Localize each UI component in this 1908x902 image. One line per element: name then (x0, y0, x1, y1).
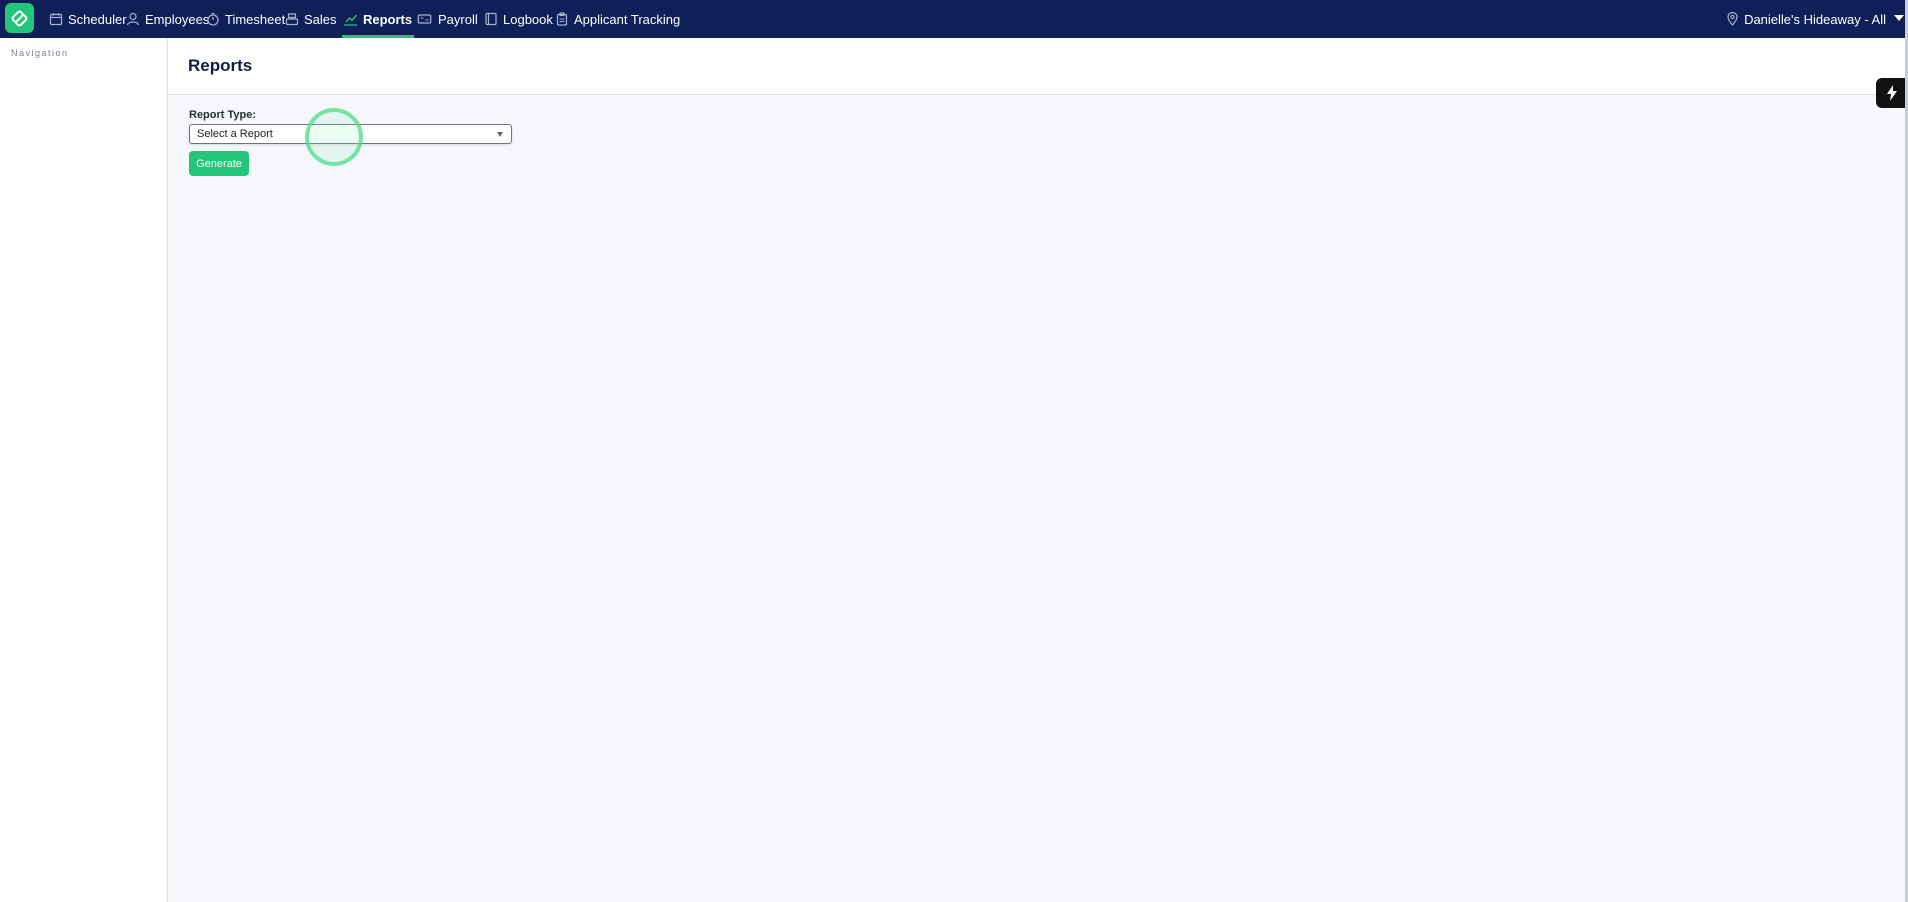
nav-timesheet-label: Timesheet (225, 11, 286, 27)
location-selector[interactable]: Danielle's Hideaway - All (1727, 0, 1904, 38)
report-type-label: Report Type: (189, 109, 257, 121)
nav-timesheet[interactable]: Timesheet (206, 0, 285, 38)
report-type-selected-value: Select a Report (197, 128, 273, 140)
nav-logbook[interactable]: Logbook (484, 0, 553, 38)
location-label: Danielle's Hideaway - All (1744, 11, 1886, 27)
nav-scheduler-label: Scheduler (68, 11, 127, 27)
stopwatch-icon (207, 12, 219, 26)
lightning-bolt-icon (1887, 85, 1897, 101)
generate-button[interactable]: Generate (189, 151, 249, 176)
nav-reports-label: Reports (363, 11, 413, 27)
nav-sales[interactable]: Sales (285, 0, 337, 38)
nav-reports[interactable]: Reports (341, 0, 415, 38)
money-bill-icon (417, 14, 432, 24)
map-pin-icon (1727, 12, 1738, 26)
nav-scheduler[interactable]: Scheduler (49, 0, 127, 38)
page-title: Reports (188, 56, 253, 75)
nav-sales-label: Sales (304, 11, 337, 27)
nav-payroll-label: Payroll (438, 11, 478, 27)
cash-register-icon (285, 13, 299, 26)
app-logo[interactable] (5, 3, 34, 33)
nav-payroll[interactable]: Payroll (416, 0, 478, 38)
nav-applicant-tracking-label: Applicant Tracking (574, 11, 681, 27)
dropdown-arrow-icon (497, 132, 503, 137)
calendar-icon (49, 13, 63, 26)
chevron-down-icon (1894, 15, 1904, 21)
book-icon (485, 12, 497, 26)
sidebar: Navigation (0, 38, 168, 902)
nav-applicant-tracking[interactable]: Applicant Tracking (555, 0, 680, 38)
nav-employees-label: Employees (145, 11, 210, 27)
nav-logbook-label: Logbook (503, 11, 553, 27)
logo-icon (11, 10, 28, 27)
trend-chart-icon (344, 14, 358, 26)
clipboard-icon (556, 12, 568, 26)
report-type-select[interactable]: Select a Report (189, 124, 512, 144)
nav-employees[interactable]: Employees (126, 0, 209, 38)
top-navbar: Scheduler Employees Timesheet Sales Repo… (0, 0, 1908, 38)
quick-actions-tab[interactable] (1876, 78, 1908, 108)
content-header: Reports (168, 38, 1908, 95)
user-icon (126, 12, 140, 26)
sidebar-title: Navigation (11, 48, 69, 58)
